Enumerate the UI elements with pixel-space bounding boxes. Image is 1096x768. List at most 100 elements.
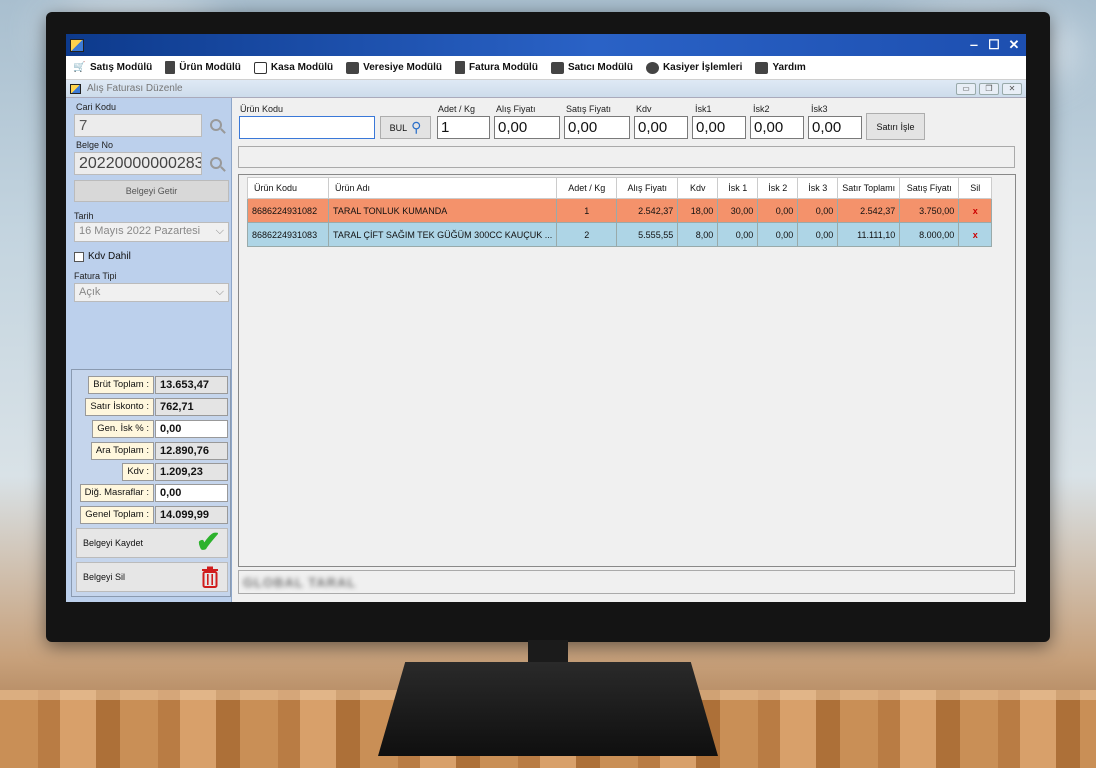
adet-input[interactable]: 1: [437, 116, 490, 139]
isk3-label: İsk3: [811, 104, 828, 114]
child-window-title-text: Alış Faturası Düzenle: [87, 83, 183, 94]
belgeyi-sil-button[interactable]: Belgeyi Sil: [76, 562, 228, 592]
cell-urun-adi: TARAL ÇİFT SAĞIM TEK GÜĞÜM 300CC KAUÇUK …: [327, 222, 558, 247]
fatura-tipi-label: Fatura Tipi: [74, 271, 117, 281]
isk3-input[interactable]: 0,00: [808, 116, 862, 139]
genel-toplam-value: 14.099,99: [155, 506, 228, 524]
column-header[interactable]: İsk 1: [717, 177, 759, 199]
cell-satis-fiyati: 3.750,00: [899, 198, 960, 223]
brut-toplam-label: Brüt Toplam :: [88, 376, 154, 394]
column-header[interactable]: Kdv: [677, 177, 719, 199]
info-bar: [238, 146, 1015, 168]
ara-toplam-row: Ara Toplam :12.890,76: [72, 442, 232, 460]
cell-isk3: 0,00: [797, 222, 839, 247]
person-card-icon: [550, 61, 564, 74]
column-header[interactable]: Satış Fiyatı: [899, 177, 960, 199]
cari-kodu-field[interactable]: 7: [74, 114, 202, 137]
belgeyi-getir-button[interactable]: Belgeyi Getir: [74, 180, 229, 202]
diger-masraflar-row: Diğ. Masraflar :0,00: [72, 484, 232, 502]
bul-label: BUL: [389, 122, 408, 133]
menu-label: Fatura Modülü: [469, 62, 538, 73]
adet-label: Adet / Kg: [438, 104, 476, 114]
help-icon: [755, 61, 769, 74]
menu-satici[interactable]: Satıcı Modülü: [548, 57, 643, 79]
menu-kasiyer[interactable]: Kasiyer İşlemleri: [643, 57, 753, 79]
menu-urun[interactable]: Ürün Modülü: [162, 57, 251, 79]
select-value: Açık: [79, 286, 101, 298]
trash-icon: [202, 566, 218, 588]
bul-button[interactable]: BUL ⚲: [380, 116, 431, 139]
alis-fiyati-input[interactable]: 0,00: [494, 116, 560, 139]
menu-fatura[interactable]: Fatura Modülü: [452, 57, 548, 79]
delete-row-button[interactable]: x: [958, 198, 993, 223]
search-icon[interactable]: [205, 152, 227, 174]
menu-label: Veresiye Modülü: [363, 62, 443, 73]
delete-row-button[interactable]: x: [958, 222, 993, 247]
kdv-label: Kdv :: [122, 463, 154, 481]
belge-no-label: Belge No: [76, 140, 114, 150]
table-row[interactable]: 8686224931082 TARAL TONLUK KUMANDA 1 2.5…: [247, 198, 993, 223]
gen-isk-row: Gen. İsk % :0,00: [72, 420, 232, 438]
isk2-input[interactable]: 0,00: [750, 116, 804, 139]
child-restore-icon[interactable]: ❐: [979, 82, 999, 95]
menu-label: Satış Modülü: [90, 62, 153, 73]
cell-urun-kodu: 8686224931083: [247, 222, 329, 247]
cell-alis-fiyati: 2.542,37: [616, 198, 679, 223]
kdv-row: Kdv :1.209,23: [72, 463, 232, 481]
date-picker[interactable]: 16 Mayıs 2022 Pazartesi ⌵: [74, 222, 229, 242]
chevron-down-icon: ⌵: [215, 286, 224, 298]
kdv-input[interactable]: 0,00: [634, 116, 688, 139]
menu-satis[interactable]: 🛒 Satış Modülü: [70, 57, 162, 79]
close-icon[interactable]: ✕: [1006, 37, 1022, 53]
menu-label: Satıcı Modülü: [567, 62, 633, 73]
search-icon: ⚲: [411, 119, 422, 135]
table-row[interactable]: 8686224931083 TARAL ÇİFT SAĞIM TEK GÜĞÜM…: [247, 222, 993, 247]
satiri-isle-button[interactable]: Satırı İşle: [866, 113, 925, 140]
column-header[interactable]: İsk 3: [797, 177, 839, 199]
column-header[interactable]: Adet / Kg: [556, 177, 618, 199]
urun-kodu-label: Ürün Kodu: [240, 104, 284, 114]
maximize-icon[interactable]: ☐: [986, 37, 1002, 53]
ara-toplam-label: Ara Toplam :: [90, 442, 154, 460]
column-header[interactable]: Sil: [958, 177, 993, 199]
search-icon[interactable]: [205, 114, 227, 136]
satis-fiyati-label: Satış Fiyatı: [566, 104, 612, 114]
gen-isk-input[interactable]: 0,00: [155, 420, 228, 438]
menu-bar: 🛒 Satış Modülü Ürün Modülü Kasa Modülü Ve…: [66, 56, 1026, 80]
left-panel: Cari Kodu 7 Belge No 20220000000283 Belg…: [66, 98, 232, 602]
menu-veresiye[interactable]: Veresiye Modülü: [343, 57, 452, 79]
column-header[interactable]: İsk 2: [757, 177, 799, 199]
column-header[interactable]: Ürün Kodu: [247, 177, 329, 199]
table-header-row: Ürün Kodu Ürün Adı Adet / Kg Alış Fiyatı…: [247, 177, 993, 199]
diger-masraflar-input[interactable]: 0,00: [155, 484, 228, 502]
column-header[interactable]: Alış Fiyatı: [616, 177, 679, 199]
belgeyi-kaydet-button[interactable]: Belgeyi Kaydet ✔: [76, 526, 228, 559]
menu-label: Ürün Modülü: [179, 62, 241, 73]
menu-yardim[interactable]: Yardım: [752, 57, 815, 79]
cell-isk2: 0,00: [757, 222, 799, 247]
cell-urun-kodu: 8686224931082: [247, 198, 329, 223]
cell-urun-adi: TARAL TONLUK KUMANDA: [327, 198, 558, 223]
child-close-icon[interactable]: ✕: [1002, 82, 1022, 95]
cell-isk2: 0,00: [757, 198, 799, 223]
minimize-icon[interactable]: ‒: [966, 37, 982, 53]
satis-fiyati-input[interactable]: 0,00: [564, 116, 630, 139]
fatura-tipi-select[interactable]: Açık ⌵: [74, 283, 229, 302]
checkbox-box: [74, 251, 84, 262]
menu-label: Yardım: [772, 62, 806, 73]
column-header[interactable]: Ürün Adı: [327, 177, 558, 199]
belge-no-field[interactable]: 20220000000283: [74, 152, 202, 175]
menu-kasa[interactable]: Kasa Modülü: [251, 57, 343, 79]
checkmark-icon: ✔: [195, 526, 221, 559]
kdv-dahil-checkbox[interactable]: Kdv Dahil: [74, 251, 131, 262]
cell-kdv: 8,00: [677, 222, 719, 247]
column-header[interactable]: Satır Toplamı: [837, 177, 901, 199]
app-icon: [70, 38, 84, 52]
isk1-input[interactable]: 0,00: [692, 116, 746, 139]
satir-iskonto-label: Satır İskonto :: [85, 398, 154, 416]
genel-toplam-row: Genel Toplam :14.099,99: [72, 506, 232, 524]
satir-iskonto-row: Satır İskonto :762,71: [72, 398, 232, 416]
urun-kodu-input[interactable]: [239, 116, 375, 139]
person-card-icon: [346, 61, 360, 74]
child-minimize-icon[interactable]: ▭: [956, 82, 976, 95]
